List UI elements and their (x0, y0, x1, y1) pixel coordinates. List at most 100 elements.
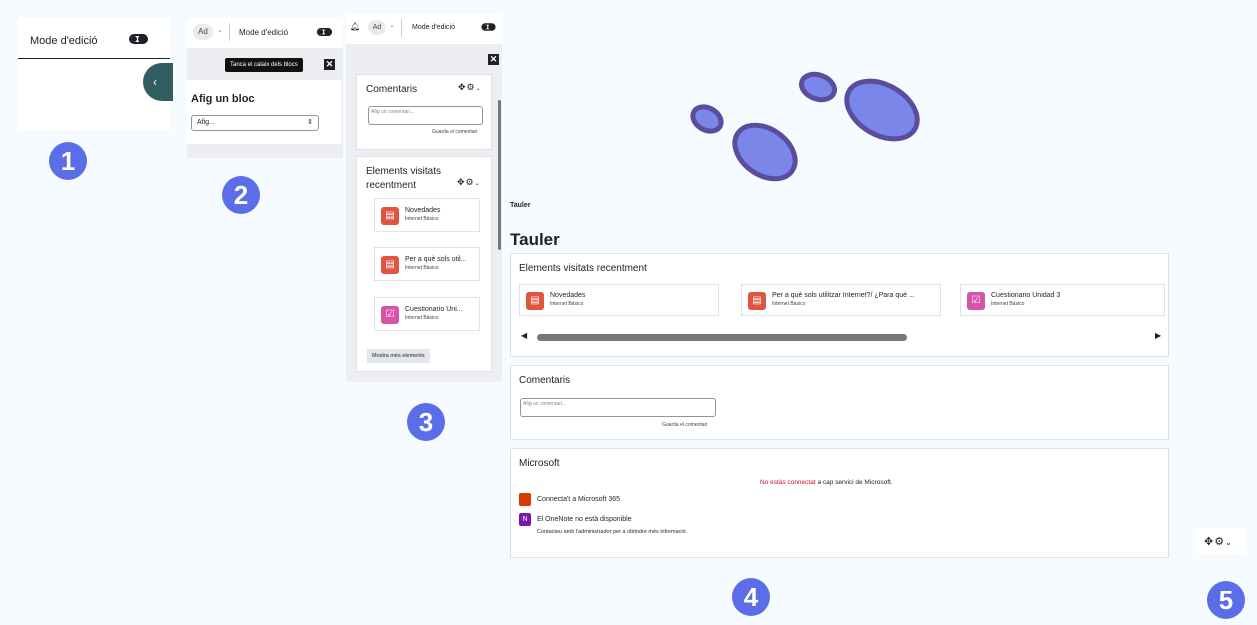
recent-item[interactable]: ▤ Novedades Internet Básico (374, 198, 480, 232)
recent-title-line-2: recentment (366, 180, 417, 191)
gear-icon[interactable]: ⚙ (1214, 536, 1225, 548)
footprint-heel-right (799, 71, 837, 103)
comments-title: Comentaris (519, 375, 571, 386)
item-course: Internet Básico (405, 216, 439, 222)
save-comment-link[interactable]: Guarda el comentari (432, 129, 477, 135)
bell-icon[interactable]: 🔔︎ (350, 22, 360, 31)
recent-title: Elements visitats recentment (519, 263, 647, 274)
microsoft-block: Microsoft No estàs connectat a cap servi… (510, 448, 1169, 558)
gear-icon[interactable]: ⚙ (467, 82, 476, 92)
chevron-down-icon[interactable]: ⌄ (1225, 538, 1233, 547)
comments-title: Comentaris (366, 84, 418, 95)
edit-mode-toggle[interactable] (129, 34, 148, 44)
comment-input[interactable]: Afig un comentari... (368, 106, 483, 125)
chevron-down-icon[interactable]: ⌄ (476, 86, 482, 92)
breadcrumb[interactable]: Tauler (510, 202, 531, 209)
open-drawer-button[interactable]: ‹ (143, 63, 173, 101)
onenote-icon: N (519, 513, 531, 526)
panel-3-header: 🔔︎ Ad ⌄ Mode d'edició (346, 14, 502, 44)
forum-icon: ▤ (526, 292, 544, 310)
move-icon[interactable]: ✥ (457, 177, 466, 187)
quiz-icon: ☑ (967, 292, 985, 310)
block-controls[interactable]: ✥⚙⌄ (1204, 535, 1233, 548)
microsoft-title: Microsoft (519, 458, 560, 469)
page-title: Tauler (510, 230, 560, 249)
close-icon[interactable]: ✕ (324, 59, 335, 70)
move-icon[interactable]: ✥ (1204, 536, 1214, 548)
chevron-left-icon: ‹ (153, 75, 157, 89)
step-badge-5: 5 (1207, 581, 1245, 619)
item-course: Internet Básico (550, 301, 584, 307)
add-block-select[interactable]: Afig... ⇕ (191, 115, 319, 131)
item-title: Per a què sols util... (405, 256, 467, 263)
scroll-left-icon[interactable]: ◀ (521, 331, 527, 340)
chevron-down-icon[interactable]: ⌄ (217, 26, 223, 34)
save-comment-link[interactable]: Guarda el comentari (662, 422, 707, 428)
step-badge-3: 3 (407, 403, 445, 441)
recent-item[interactable]: ▤ Novedades Internet Básico (519, 284, 719, 316)
not-connected-message: No estàs connectat a cap servici de Micr… (760, 479, 893, 486)
scroll-right-icon[interactable]: ▶ (1155, 331, 1161, 340)
recent-item[interactable]: ▤ Per a què sols utilitzar Internet?/ ¿P… (741, 284, 941, 316)
panel-2-header: Ad ⌄ Mode d'edició (187, 18, 343, 48)
item-title: Novedades (405, 207, 441, 214)
add-block-panel: Afig un bloc Afig... ⇕ (187, 80, 341, 144)
header-separator (229, 23, 230, 41)
add-block-select-value: Afig... (197, 119, 215, 126)
item-course: Internet Básico (772, 301, 806, 307)
show-more-button[interactable]: Mostra més elements (367, 349, 430, 363)
step-badge-1: 1 (49, 142, 87, 180)
recent-title-line-1: Elements visitats (366, 166, 442, 177)
footprint-heel-left (690, 104, 724, 134)
not-connected-text: No estàs connectat (760, 479, 816, 486)
step-badge-4: 4 (732, 578, 770, 616)
footprint-sole-left (732, 122, 798, 182)
page-icon: ▤ (381, 256, 399, 274)
onenote-status: El OneNote no està disponible (537, 516, 632, 523)
drawer-scrollbar[interactable] (498, 100, 501, 250)
not-connected-rest: a cap servici de Microsoft. (817, 479, 893, 486)
office-icon (519, 493, 531, 506)
block-controls[interactable]: ✥⚙⌄ (458, 82, 482, 93)
item-title: Cuestionario Unidad 3 (991, 292, 1061, 299)
header-separator (401, 19, 402, 37)
item-title: Cuestionario Uni... (405, 306, 463, 313)
contact-admin-text: Contacteu amb l'administrador per a obti… (537, 529, 688, 535)
recent-item[interactable]: ☑ Cuestionario Unidad 3 Internet Básico (960, 284, 1165, 316)
select-arrows-icon: ⇕ (307, 119, 313, 126)
block-controls[interactable]: ✥⚙⌄ (457, 177, 481, 188)
edit-mode-label: Mode d'edició (239, 28, 289, 37)
comment-input[interactable]: Afig un comentari... (520, 398, 716, 417)
header-divider (18, 58, 170, 59)
horizontal-scrollbar[interactable] (537, 334, 907, 341)
chevron-down-icon[interactable]: ⌄ (389, 21, 395, 29)
quiz-icon: ☑ (381, 306, 399, 324)
user-avatar[interactable]: Ad (193, 24, 213, 40)
panel-4: Tauler Tauler Elements visitats recentme… (505, 195, 1170, 565)
item-course: Internet Básico (405, 265, 439, 271)
page-icon: ▤ (748, 292, 766, 310)
footprints-illustration (690, 71, 920, 182)
panel-2: Ad ⌄ Mode d'edició Tanca el calaix dels … (187, 18, 343, 158)
footprint-sole-right (844, 78, 920, 142)
user-avatar[interactable]: Ad (368, 20, 386, 35)
recent-items-block: Elements visitats recentment ▤ Novedades… (510, 253, 1169, 357)
add-block-title: Afig un bloc (191, 93, 255, 105)
step-badge-2: 2 (222, 176, 260, 214)
recent-item[interactable]: ▤ Per a què sols util... Internet Básico (374, 247, 480, 281)
edit-mode-toggle[interactable] (316, 28, 333, 36)
connect-microsoft-link[interactable]: Connecta't a Microsoft 365 (537, 496, 620, 503)
move-icon[interactable]: ✥ (458, 82, 467, 92)
edit-mode-toggle[interactable] (481, 23, 496, 31)
recent-item[interactable]: ☑ Cuestionario Uni... Internet Básico (374, 297, 480, 331)
recent-items-block: Elements visitats recentment ✥⚙⌄ ▤ Noved… (356, 156, 492, 372)
edit-mode-label: Mode d'edició (412, 24, 455, 31)
panel-5: ✥⚙⌄ (1196, 528, 1246, 554)
close-icon[interactable]: ✕ (488, 54, 499, 65)
gear-icon[interactable]: ⚙ (466, 177, 475, 187)
panel-1: Mode d'edició ‹ (18, 18, 173, 130)
chevron-down-icon[interactable]: ⌄ (475, 181, 481, 187)
edit-mode-label: Mode d'edició (30, 35, 98, 47)
item-title: Per a què sols utilitzar Internet?/ ¿Par… (772, 292, 915, 299)
panel-3: 🔔︎ Ad ⌄ Mode d'edició ✕ Comentaris ✥⚙⌄ A… (346, 14, 502, 382)
